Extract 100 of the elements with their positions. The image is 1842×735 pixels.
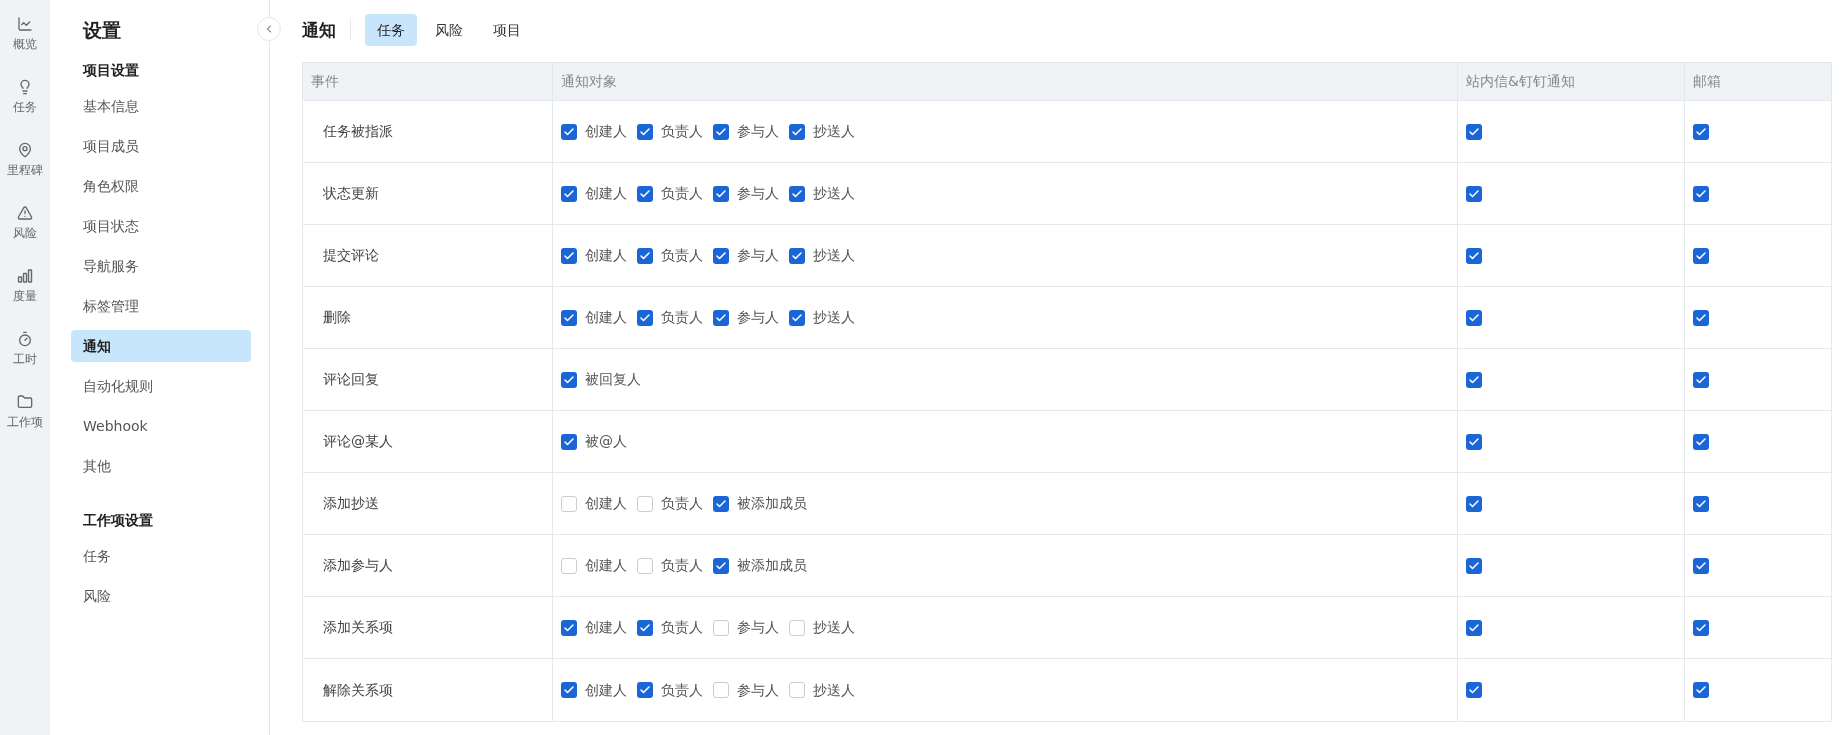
checkbox[interactable] — [1466, 682, 1482, 698]
checkbox[interactable] — [713, 557, 729, 574]
sidebar-item[interactable]: 通知 — [71, 330, 251, 362]
checkbox[interactable] — [1693, 619, 1709, 636]
sidebar-item[interactable]: Webhook — [71, 410, 251, 442]
checkbox[interactable] — [1693, 309, 1709, 326]
checkbox-label: 创建人 — [585, 556, 627, 575]
rail-item[interactable]: 概览 — [13, 16, 37, 52]
checkbox[interactable] — [561, 309, 577, 326]
checkbox[interactable] — [1466, 495, 1482, 512]
check-icon — [1468, 249, 1480, 262]
check-icon — [563, 249, 575, 262]
checkbox[interactable] — [1466, 371, 1482, 388]
check-icon — [715, 497, 727, 510]
checkbox[interactable] — [561, 433, 577, 450]
checkbox[interactable] — [637, 247, 653, 264]
checkbox-label: 创建人 — [585, 680, 627, 700]
checkbox[interactable] — [713, 123, 729, 140]
sidebar-item[interactable]: 项目成员 — [71, 130, 251, 162]
checkbox[interactable] — [1693, 682, 1709, 698]
sidebar-item[interactable]: 角色权限 — [71, 170, 251, 202]
checkbox[interactable] — [1693, 495, 1709, 512]
check-icon — [563, 373, 575, 386]
checkbox[interactable] — [1466, 619, 1482, 636]
checkbox[interactable] — [713, 682, 729, 698]
line-chart-icon — [17, 16, 33, 32]
rail-item[interactable]: 工作项 — [7, 394, 43, 430]
sidebar-item[interactable]: 项目状态 — [71, 210, 251, 242]
check-icon — [715, 559, 727, 572]
checkbox[interactable] — [637, 309, 653, 326]
rail-item[interactable]: 风险 — [13, 205, 37, 241]
checkbox[interactable] — [561, 247, 577, 264]
event-cell-text: 添加抄送 — [322, 494, 380, 513]
checkbox[interactable] — [637, 557, 653, 574]
checkbox[interactable] — [561, 371, 577, 388]
tab[interactable]: 任务 — [365, 14, 417, 46]
rail-item[interactable]: 里程碑 — [7, 142, 43, 178]
checkbox[interactable] — [713, 619, 729, 636]
checkbox[interactable] — [789, 309, 805, 326]
checkbox-label: 负责人 — [661, 122, 703, 141]
sidebar-item[interactable]: 风险 — [71, 580, 251, 612]
checkbox[interactable] — [1466, 309, 1482, 326]
sidebar-item[interactable]: 标签管理 — [71, 290, 251, 322]
check-icon — [1468, 559, 1480, 572]
checkbox[interactable] — [1693, 247, 1709, 264]
checkbox[interactable] — [561, 185, 577, 202]
checkbox-label: 参与人 — [737, 122, 779, 141]
sidebar-item[interactable]: 其他 — [71, 450, 251, 482]
checkbox[interactable] — [789, 123, 805, 140]
check-icon — [715, 125, 727, 138]
checkbox[interactable] — [713, 247, 729, 264]
rail-item[interactable]: 任务 — [13, 79, 37, 115]
checkbox-label: 负责人 — [661, 680, 703, 700]
tab[interactable]: 项目 — [481, 14, 533, 46]
checkbox[interactable] — [1693, 433, 1709, 450]
checkbox[interactable] — [561, 557, 577, 574]
checkbox[interactable] — [1693, 371, 1709, 388]
checkbox[interactable] — [713, 185, 729, 202]
checkbox[interactable] — [561, 123, 577, 140]
rail-item[interactable]: 工时 — [13, 331, 37, 367]
checkbox[interactable] — [1693, 123, 1709, 140]
column-header: 邮箱 — [1684, 63, 1831, 100]
checkbox[interactable] — [637, 682, 653, 698]
checkbox[interactable] — [1466, 433, 1482, 450]
sidebar-item[interactable]: 自动化规则 — [71, 370, 251, 402]
check-icon — [715, 187, 727, 200]
checkbox[interactable] — [637, 619, 653, 636]
event-cell-text: 评论回复 — [322, 370, 380, 389]
checkbox[interactable] — [789, 682, 805, 698]
checkbox[interactable] — [789, 619, 805, 636]
check-icon — [1695, 249, 1707, 262]
checkbox-label: 创建人 — [585, 122, 627, 141]
sidebar-item[interactable]: 任务 — [71, 540, 251, 572]
checkbox[interactable] — [1466, 123, 1482, 140]
event-cell-text: 解除关系项 — [322, 680, 394, 700]
checkbox[interactable] — [1466, 185, 1482, 202]
sidebar-item[interactable]: 导航服务 — [71, 250, 251, 282]
checkbox[interactable] — [789, 247, 805, 264]
sidebar-item[interactable]: 基本信息 — [71, 90, 251, 122]
rail-item[interactable]: 度量 — [13, 268, 37, 304]
checkbox[interactable] — [561, 619, 577, 636]
checkbox[interactable] — [561, 682, 577, 698]
checkbox[interactable] — [713, 495, 729, 512]
checkbox[interactable] — [789, 185, 805, 202]
tab[interactable]: 风险 — [423, 14, 475, 46]
checkbox[interactable] — [637, 185, 653, 202]
checkbox[interactable] — [561, 495, 577, 512]
checkbox[interactable] — [1466, 247, 1482, 264]
checkbox[interactable] — [1466, 557, 1482, 574]
checkbox-label: 被回复人 — [585, 370, 641, 389]
checkbox[interactable] — [637, 495, 653, 512]
checkbox[interactable] — [1693, 557, 1709, 574]
checkbox[interactable] — [1693, 185, 1709, 202]
map-pin-icon — [17, 142, 33, 158]
checkbox[interactable] — [637, 123, 653, 140]
checkbox[interactable] — [713, 309, 729, 326]
check-icon — [1695, 621, 1707, 634]
check-icon — [1468, 621, 1480, 634]
checkbox-label: 参与人 — [737, 680, 779, 700]
check-icon — [1695, 311, 1707, 324]
